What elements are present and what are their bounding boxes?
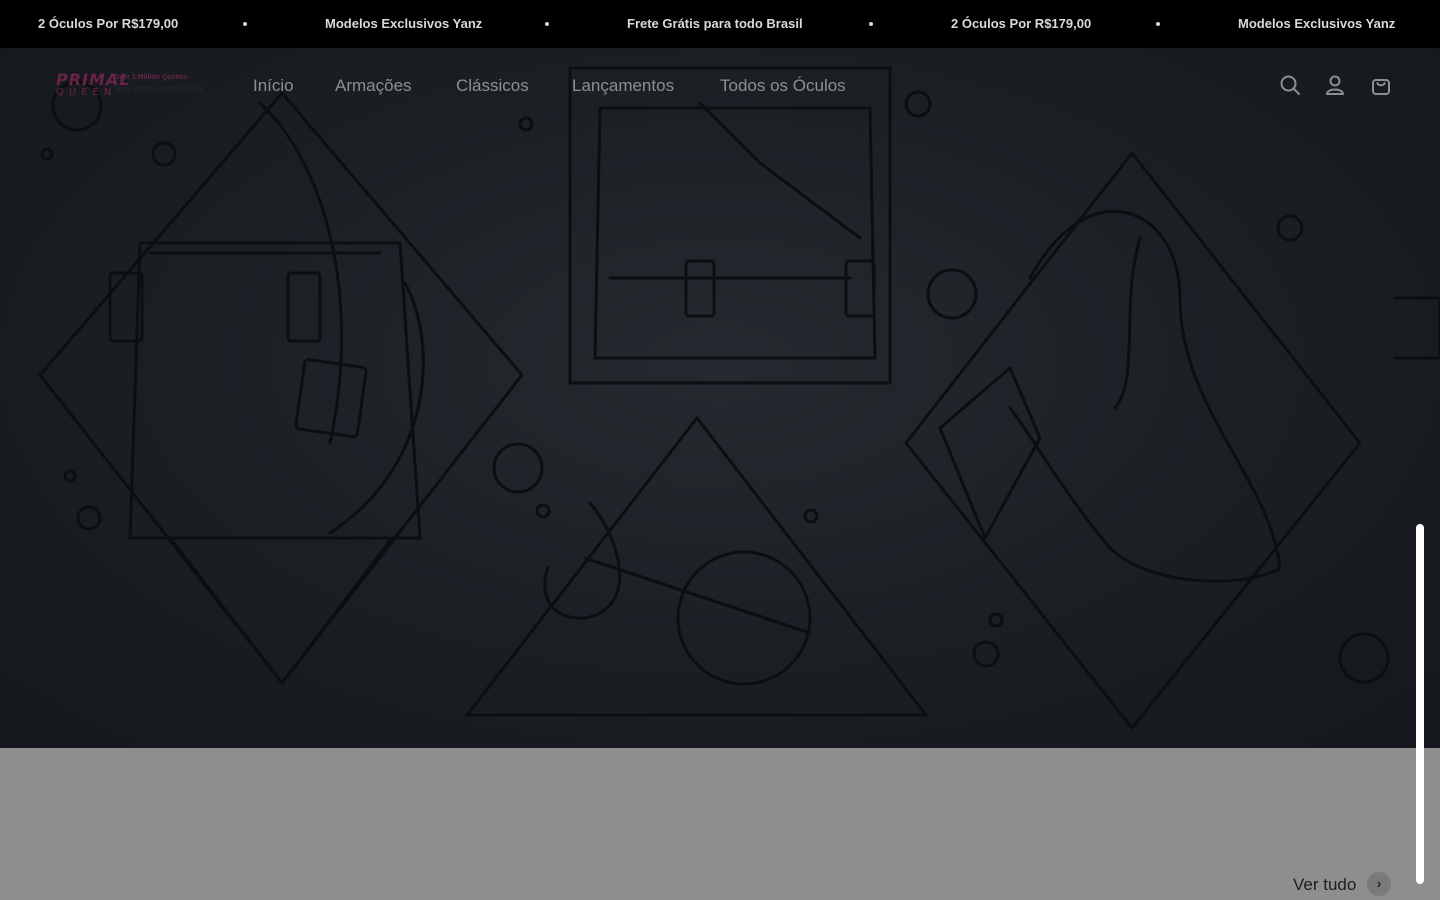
nav-item-lancamentos[interactable]: Lançamentos	[572, 74, 674, 98]
announcement-separator	[869, 22, 873, 26]
announcement-item: 2 Óculos Por R$179,00	[951, 16, 1092, 31]
account-icon[interactable]	[1324, 74, 1346, 96]
site-header: PRIMAL QUEEN Over 1 Million Queens Ships…	[0, 48, 1440, 122]
announcement-item: Modelos Exclusivos Yanz	[1238, 16, 1396, 31]
view-all-link[interactable]: Ver tudo	[1293, 872, 1356, 898]
logo-tagline: Over 1 Million Queens	[114, 74, 188, 81]
search-icon[interactable]	[1279, 74, 1301, 96]
nav-item-inicio[interactable]: Início	[253, 74, 294, 98]
cart-icon[interactable]	[1370, 74, 1392, 96]
nav-item-classicos[interactable]: Clássicos	[456, 74, 529, 98]
announcement-bar: 2 Óculos Por R$179,00 Modelos Exclusivos…	[0, 0, 1440, 48]
brand-logo[interactable]: PRIMAL QUEEN Over 1 Million Queens Ships…	[54, 70, 214, 102]
announcement-item: 2 Óculos Por R$179,00	[38, 16, 179, 31]
hero-banner	[0, 48, 1440, 748]
logo-subtagline: Ships Within 1 Business Day	[114, 86, 204, 93]
logo-wordmark-sub: QUEEN	[56, 87, 117, 98]
announcement-item: Modelos Exclusivos Yanz	[325, 16, 483, 31]
chevron-right-icon[interactable]: ›	[1367, 872, 1391, 896]
announcement-separator	[1156, 22, 1160, 26]
nav-item-todos-os-oculos[interactable]: Todos os Óculos	[720, 74, 846, 98]
hero-illustration	[38, 66, 1440, 730]
announcement-item: Frete Grátis para todo Brasil	[627, 16, 803, 31]
announcement-separator	[545, 22, 549, 26]
nav-item-armacoes[interactable]: Armações	[335, 74, 412, 98]
announcement-separator	[243, 22, 247, 26]
scrollbar-thumb[interactable]	[1416, 524, 1424, 884]
